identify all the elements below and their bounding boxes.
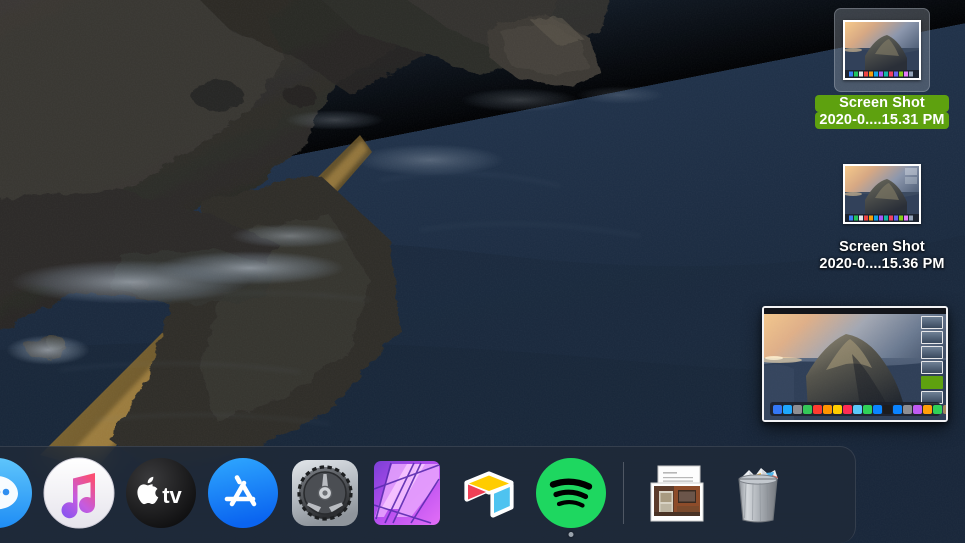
preview-menu-bar	[764, 308, 946, 314]
desktop[interactable]: Screen Shot 2020-0....15.31 PM Screen Sh…	[0, 0, 965, 543]
desktop-icon-screen-shot-1[interactable]: Screen Shot 2020-0....15.31 PM	[807, 8, 957, 129]
dock-item-airtable[interactable]	[450, 454, 528, 532]
screenshot-file-thumbnail	[843, 20, 921, 80]
preview-dock-icon	[773, 404, 782, 414]
apple-tv-icon: tv	[126, 458, 196, 528]
preview-desktop-icons	[921, 316, 943, 404]
preview-dock-icon	[923, 404, 932, 414]
preview-dock-icon	[813, 404, 822, 414]
preview-dock-icon	[853, 404, 862, 414]
preview-desktop-icon	[921, 331, 943, 344]
screenshot-file-thumbnail	[843, 164, 921, 224]
svg-text:tv: tv	[162, 483, 182, 508]
preview-dock-icon	[803, 404, 812, 414]
icon-selection-highlight	[834, 152, 930, 236]
preview-dock-icon	[793, 404, 802, 414]
dock-item-music[interactable]	[40, 454, 118, 532]
preview-dock-icon	[873, 404, 882, 414]
preview-dock-icon	[903, 404, 912, 414]
app-store-icon	[208, 458, 278, 528]
preview-dock-icon	[783, 404, 792, 414]
preview-desktop-icon	[921, 361, 943, 374]
preview-dock-icon	[933, 404, 942, 414]
trash-full-icon	[738, 468, 778, 523]
preview-dock-icon	[863, 404, 872, 414]
preview-desktop-icon	[921, 346, 943, 359]
system-preferences-icon	[292, 460, 358, 526]
desktop-icon-screen-shot-2[interactable]: Screen Shot 2020-0....15.36 PM	[807, 152, 957, 273]
affinity-photo-icon	[373, 461, 440, 525]
preview-dock-icon	[883, 404, 892, 414]
desktop-icon-label: Screen Shot 2020-0....15.31 PM	[815, 95, 949, 129]
dock-item-system-preferences[interactable]	[286, 454, 364, 532]
icon-selection-highlight	[834, 8, 930, 92]
screenshot-thumbnail-preview[interactable]	[762, 306, 948, 422]
running-indicator-dot	[568, 532, 574, 537]
dock-item-downloads-stack[interactable]	[637, 454, 715, 532]
preview-desktop-icon	[921, 316, 943, 329]
desktop-icon-label-line2: 2020-0....15.36 PM	[819, 256, 945, 272]
dock[interactable]: tv	[0, 446, 856, 543]
messages-icon	[0, 458, 32, 528]
spotify-icon	[536, 458, 606, 528]
desktop-icon-label-line1: Screen Shot	[815, 95, 949, 112]
desktop-icon-label-line1: Screen Shot	[839, 239, 925, 255]
desktop-icon-label-line2: 2020-0....15.31 PM	[815, 112, 949, 129]
music-icon	[43, 457, 115, 529]
dock-item-spotify[interactable]	[532, 454, 610, 537]
dock-item-messages[interactable]	[0, 454, 36, 532]
preview-dock-icon	[943, 404, 946, 414]
preview-desktop-icon-selected	[921, 376, 943, 389]
preview-dock-icon	[893, 404, 902, 414]
desktop-icon-label: Screen Shot 2020-0....15.36 PM	[815, 239, 948, 273]
dock-item-trash[interactable]	[719, 454, 797, 532]
documents-stack-icon	[650, 465, 704, 522]
preview-dock	[770, 402, 946, 416]
airtable-icon	[464, 471, 514, 518]
dock-item-app-store[interactable]	[204, 454, 282, 532]
preview-dock-icon	[913, 404, 922, 414]
preview-dock-icon	[823, 404, 832, 414]
preview-dock-icon	[843, 404, 852, 414]
preview-dock-icon	[833, 404, 842, 414]
dock-item-affinity-photo[interactable]	[368, 454, 446, 532]
dock-separator	[623, 462, 624, 524]
dock-item-apple-tv[interactable]: tv	[122, 454, 200, 532]
